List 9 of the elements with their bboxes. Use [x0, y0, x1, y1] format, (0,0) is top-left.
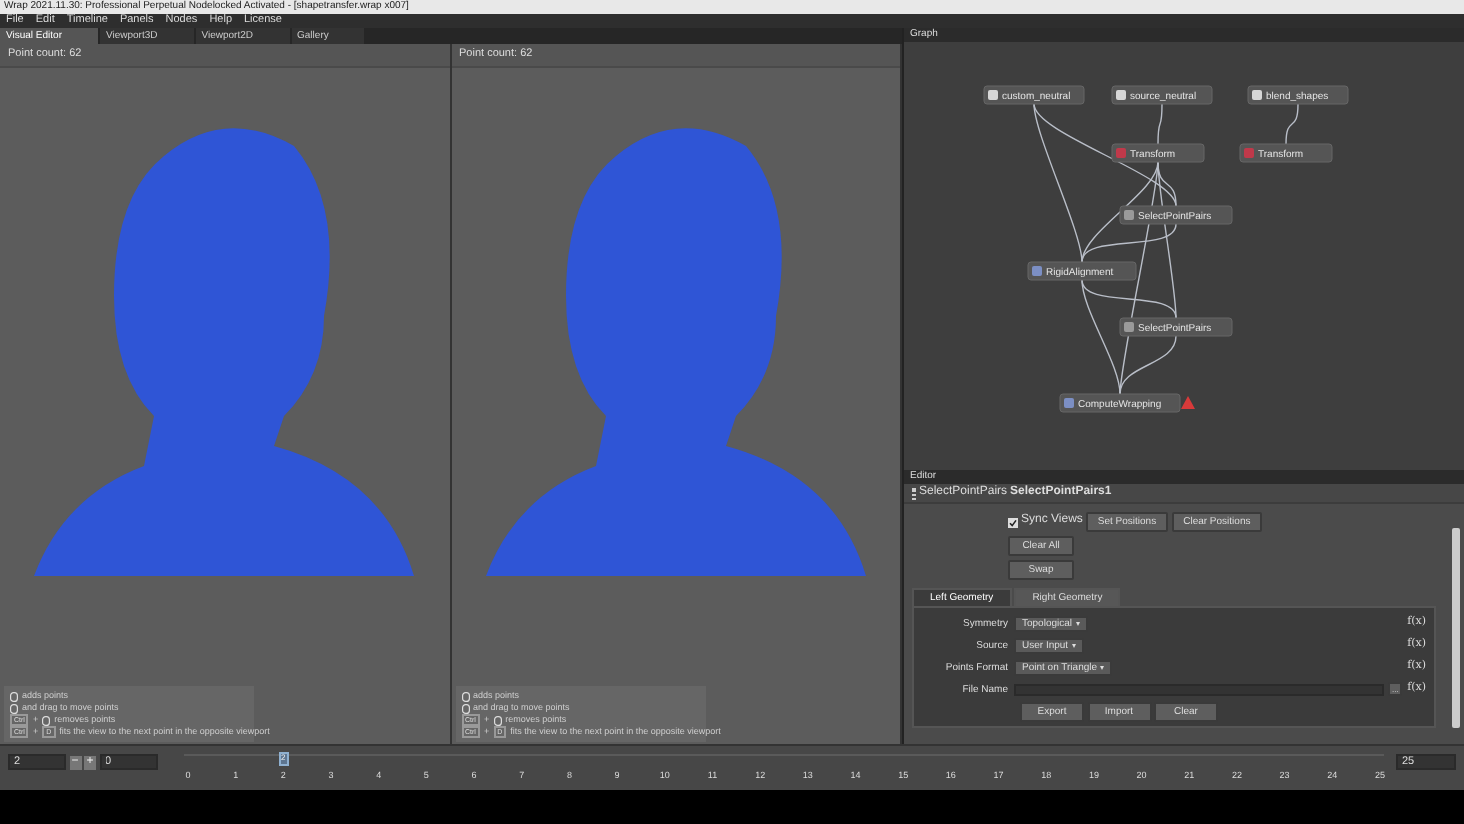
mouse-icon — [42, 715, 51, 725]
drag-handle-icon — [912, 487, 916, 499]
connection-line — [1285, 103, 1299, 145]
mouse-icon — [493, 715, 502, 725]
sync-views-checkbox[interactable] — [1008, 517, 1018, 527]
caret-icon — [1071, 643, 1076, 647]
caret-icon — [1075, 621, 1080, 625]
caret-icon — [1100, 665, 1105, 669]
scrollbar[interactable] — [1452, 528, 1460, 728]
